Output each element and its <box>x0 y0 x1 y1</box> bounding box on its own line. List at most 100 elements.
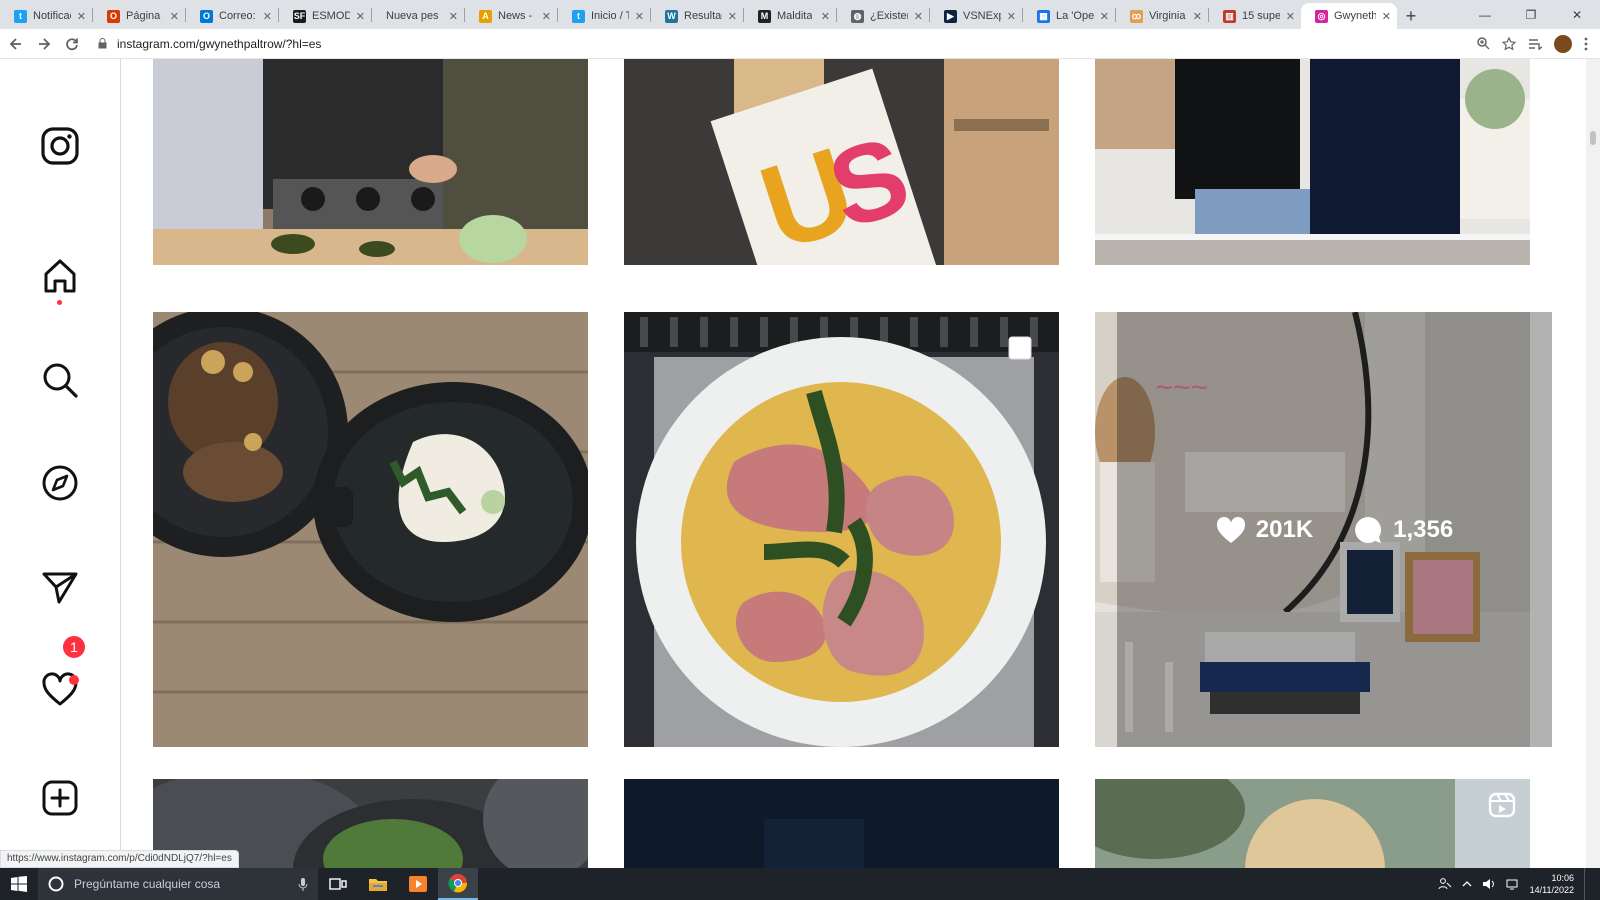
address-bar[interactable]: instagram.com/gwynethpaltrow/?hl=es <box>98 31 1477 57</box>
instagram-icon: ◎ <box>1315 9 1328 23</box>
post-outdoor-reel[interactable] <box>1095 779 1530 869</box>
post-image <box>153 312 588 747</box>
minimize-button[interactable]: — <box>1462 0 1508 29</box>
start-button[interactable] <box>0 868 38 900</box>
people-icon[interactable] <box>1438 878 1452 890</box>
bookmark-star-icon[interactable] <box>1502 36 1516 51</box>
profile-avatar[interactable] <box>1554 34 1572 53</box>
nav-create[interactable] <box>39 777 81 819</box>
post-image <box>624 312 1059 747</box>
close-tab-icon[interactable]: ✕ <box>1280 10 1295 23</box>
instagram-logo[interactable] <box>39 125 81 167</box>
reload-button[interactable] <box>60 32 84 56</box>
tab-label: 15 super <box>1242 10 1280 22</box>
browser-tab[interactable]: O Correo: I✕ <box>186 3 278 29</box>
likes-count: 201K <box>1216 516 1313 544</box>
close-tab-icon[interactable]: ✕ <box>629 10 644 23</box>
post-hover-overlay[interactable]: 201K 1,356 <box>1117 312 1552 747</box>
file-explorer-app[interactable] <box>358 868 398 900</box>
close-tab-icon[interactable]: ✕ <box>1001 10 1016 23</box>
new-tab-button[interactable]: + <box>1397 3 1425 29</box>
browser-tab[interactable]: A News - F✕ <box>465 3 557 29</box>
scrollbar-thumb[interactable] <box>1590 131 1596 145</box>
link-status-bar: https://www.instagram.com/p/Cdi0dNDLjQ7/… <box>0 850 239 868</box>
tab-label: Nueva pesta <box>386 10 438 22</box>
browser-tab[interactable]: W Resultad✕ <box>651 3 743 29</box>
browser-tab[interactable]: t Inicio / T ✕ <box>558 3 650 29</box>
tab-label: Maldita <box>777 10 813 22</box>
post-book-us[interactable]: U S <box>624 59 1059 265</box>
tab-label: Resultad <box>684 10 722 22</box>
post-omelette[interactable] <box>624 312 1059 747</box>
nav-home[interactable] <box>39 255 81 297</box>
nav-search[interactable] <box>39 359 81 401</box>
close-tab-icon[interactable]: ✕ <box>722 10 737 23</box>
post-image <box>1095 59 1530 265</box>
arrow-left-icon <box>9 37 21 50</box>
network-icon[interactable] <box>1506 878 1520 890</box>
chevron-up-icon[interactable] <box>1462 880 1472 888</box>
post-dark-scene[interactable] <box>624 779 1059 869</box>
browser-tab[interactable]: t Notificac✕ <box>0 3 92 29</box>
post-two-women[interactable] <box>1095 59 1530 265</box>
media-queue-icon[interactable] <box>1528 38 1542 50</box>
browser-tab[interactable]: ◍ ¿Existen✕ <box>837 3 929 29</box>
browser-tab[interactable]: ▥ 15 super✕ <box>1209 3 1301 29</box>
taskbar-clock[interactable]: 10:06 14/11/2022 <box>1530 872 1574 896</box>
close-tab-icon[interactable]: ✕ <box>1094 10 1109 23</box>
close-tab-icon[interactable]: ✕ <box>71 10 86 23</box>
close-tab-icon[interactable]: ✕ <box>164 10 179 23</box>
close-tab-icon[interactable]: ✕ <box>1376 10 1391 23</box>
task-view-icon <box>329 878 347 890</box>
post-image <box>624 779 1059 869</box>
plus-square-icon <box>42 780 78 816</box>
more-vertical-icon[interactable] <box>1584 37 1588 51</box>
browser-tab[interactable]: ▦ La 'Oper ✕ <box>1023 3 1115 29</box>
browser-tab[interactable]: SF ESMOD/✕ <box>279 3 371 29</box>
windows-taskbar: Pregúntame cualquier cosa 10:06 14/11/20… <box>0 868 1600 900</box>
search-placeholder: Pregúntame cualquier cosa <box>74 877 221 891</box>
browser-tab[interactable]: M Maldita ✕ <box>744 3 836 29</box>
close-tab-icon[interactable]: ✕ <box>443 10 458 23</box>
browser-tab[interactable]: O Página p✕ <box>93 3 185 29</box>
chrome-app[interactable] <box>438 868 478 900</box>
notifications-dot <box>69 675 79 685</box>
browser-tab[interactable]: ▶ VSNExpl✕ <box>930 3 1022 29</box>
restore-button[interactable]: ❐ <box>1508 0 1554 29</box>
comment-icon <box>1355 516 1382 543</box>
task-view-button[interactable] <box>318 868 358 900</box>
browser-tab-strip: tNotificac✕OPágina p✕OCorreo: I✕SFESMOD/… <box>0 0 1600 29</box>
zoom-icon[interactable] <box>1477 37 1490 50</box>
tab-label: Página p <box>126 10 164 22</box>
instagram-icon <box>41 127 79 165</box>
post-skillets[interactable] <box>153 312 588 747</box>
post-kitchen-avocado[interactable] <box>153 59 588 265</box>
microphone-icon[interactable] <box>298 877 308 891</box>
media-player-app[interactable] <box>398 868 438 900</box>
close-tab-icon[interactable]: ✕ <box>815 10 830 23</box>
close-tab-icon[interactable]: ✕ <box>908 10 923 23</box>
close-tab-icon[interactable]: ✕ <box>257 10 272 23</box>
tab-label: La 'Oper <box>1056 10 1094 22</box>
home-icon <box>44 259 76 293</box>
nav-explore[interactable] <box>39 462 81 504</box>
arrow-right-icon <box>39 37 51 50</box>
chrome-icon <box>448 874 468 893</box>
close-tab-icon[interactable]: ✕ <box>536 10 551 23</box>
notification-center-button[interactable] <box>1584 868 1588 900</box>
browser-tab[interactable]: Nueva pesta ✕ <box>372 3 464 29</box>
tab-label: Inicio / T <box>591 10 629 22</box>
back-button[interactable] <box>4 32 28 56</box>
taskbar-search[interactable]: Pregúntame cualquier cosa <box>38 868 318 900</box>
page-scrollbar[interactable] <box>1586 59 1600 869</box>
nav-messages[interactable] <box>39 566 81 608</box>
reel-icon <box>1488 792 1516 818</box>
volume-icon[interactable] <box>1482 878 1496 890</box>
close-window-button[interactable]: ✕ <box>1554 0 1600 29</box>
twitter-icon: t <box>14 9 27 23</box>
browser-tab[interactable]: ◎ Gwyneth ✕ <box>1301 3 1397 29</box>
forward-button[interactable] <box>32 32 56 56</box>
close-tab-icon[interactable]: ✕ <box>1187 10 1202 23</box>
browser-tab[interactable]: ꝏ Virginia ✕ <box>1116 3 1208 29</box>
close-tab-icon[interactable]: ✕ <box>350 10 365 23</box>
